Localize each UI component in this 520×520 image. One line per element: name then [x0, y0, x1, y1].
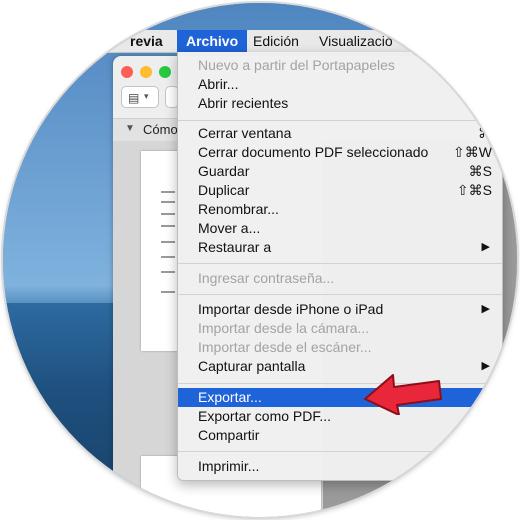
- menu-item-exportar[interactable]: Exportar...: [178, 388, 502, 407]
- thumbnail-text-line: [161, 271, 175, 273]
- menu-bar-archivo[interactable]: Archivo: [177, 30, 248, 52]
- menu-item-imprimir[interactable]: Imprimir...: [178, 457, 502, 476]
- chevron-right-icon: ▶: [481, 303, 490, 315]
- menu-item-label: Importar desde el escáner...: [198, 339, 372, 355]
- menu-item-restaurar-a[interactable]: Restaurar a ▶: [178, 238, 502, 257]
- menu-item-cerrar-pdf[interactable]: Cerrar documento PDF seleccionado ⇧⌘W: [178, 143, 502, 162]
- menu-item-label: Abrir recientes: [198, 95, 289, 111]
- menu-item-label: Importar desde iPhone o iPad: [198, 301, 384, 317]
- menu-item-capturar-pantalla[interactable]: Capturar pantalla ▶: [178, 357, 502, 376]
- menu-item-importar-iphone[interactable]: Importar desde iPhone o iPad ▶: [178, 300, 502, 319]
- menu-item-mover-a[interactable]: Mover a...: [178, 219, 502, 238]
- menu-item-abrir-recientes[interactable]: Abrir recientes: [178, 94, 502, 113]
- sidebar-document-title: Cómo: [143, 122, 178, 137]
- menu-item-label: Exportar...: [198, 389, 262, 405]
- thumbnail-text-line: [161, 213, 175, 215]
- menu-item-label: Restaurar a: [198, 239, 272, 255]
- menu-item-ingresar-contrasena[interactable]: Ingresar contraseña...: [178, 269, 502, 288]
- menu-item-cerrar-ventana[interactable]: Cerrar ventana ⌘: [178, 124, 502, 143]
- minimize-window-button[interactable]: [140, 66, 152, 78]
- menu-item-label: Capturar pantalla: [198, 358, 306, 374]
- menu-item-exportar-pdf[interactable]: Exportar como PDF...: [178, 407, 502, 426]
- archivo-menu: Nuevo a partir del Portapapeles Abrir...…: [177, 52, 503, 481]
- menu-item-label: Nuevo a partir del Portapapeles: [198, 57, 395, 73]
- chevron-right-icon: ▶: [481, 241, 490, 253]
- close-window-button[interactable]: [121, 66, 133, 78]
- menu-separator: [178, 263, 502, 264]
- sidebar-icon: ▤: [128, 91, 140, 105]
- menu-item-label: Cerrar ventana: [198, 125, 292, 141]
- menu-item-label: Imprimir...: [198, 458, 260, 474]
- menu-bar-edicion[interactable]: Edición: [244, 30, 308, 52]
- menu-item-importar-camara[interactable]: Importar desde la cámara...: [178, 319, 502, 338]
- menu-item-label: Duplicar: [198, 182, 250, 198]
- menu-item-label: Exportar como PDF...: [198, 408, 332, 424]
- thumbnail-text-line: [161, 225, 175, 227]
- menu-separator: [178, 383, 502, 384]
- page-thumbnail[interactable]: [141, 151, 181, 351]
- thumbnail-text-line: [161, 201, 175, 203]
- chevron-right-icon: ▶: [481, 360, 490, 372]
- menu-separator: [178, 294, 502, 295]
- zoom-window-button[interactable]: [159, 66, 171, 78]
- sidebar-view-button[interactable]: ▤ ▾: [121, 86, 159, 108]
- menu-item-compartir[interactable]: Compartir: [178, 426, 502, 445]
- menu-bar-app-name[interactable]: revia: [121, 30, 172, 52]
- thumbnail-text-line: [161, 291, 175, 293]
- circular-frame: revia Archivo Edición Visualizació ▤ ▾ ▼…: [3, 3, 517, 517]
- shortcut-label: ⌘: [478, 125, 492, 141]
- menu-item-label: Renombrar...: [198, 201, 279, 217]
- menu-item-importar-escaner[interactable]: Importar desde el escáner...: [178, 338, 502, 357]
- disclosure-triangle-icon[interactable]: ▼: [125, 123, 135, 134]
- menu-item-guardar[interactable]: Guardar ⌘S: [178, 162, 502, 181]
- menu-item-label: Abrir...: [198, 76, 239, 92]
- menu-bar-visualizacion[interactable]: Visualizació: [310, 30, 402, 52]
- chevron-down-icon: ▾: [144, 91, 149, 101]
- thumbnail-text-line: [161, 241, 175, 243]
- menu-item-label: Cerrar documento PDF seleccionado: [198, 144, 429, 160]
- screenshot-stage: revia Archivo Edición Visualizació ▤ ▾ ▼…: [0, 0, 520, 520]
- shortcut-label: ⇧⌘S: [456, 182, 492, 198]
- menu-item-renombrar[interactable]: Renombrar...: [178, 200, 502, 219]
- menu-separator: [178, 120, 502, 121]
- menu-item-nuevo-portapapeles[interactable]: Nuevo a partir del Portapapeles: [178, 56, 502, 75]
- menu-item-label: Ingresar contraseña...: [198, 270, 335, 286]
- menu-separator: [178, 451, 502, 452]
- shortcut-label: ⇧⌘W: [453, 144, 492, 160]
- menu-item-abrir[interactable]: Abrir...: [178, 75, 502, 94]
- menu-item-label: Guardar: [198, 163, 250, 179]
- menu-bar: revia Archivo Edición Visualizació: [3, 30, 517, 53]
- red-arrow-shape: [364, 374, 442, 415]
- thumbnail-text-line: [161, 256, 175, 258]
- menu-item-duplicar[interactable]: Duplicar ⇧⌘S: [178, 181, 502, 200]
- menu-item-label: Importar desde la cámara...: [198, 320, 370, 336]
- shortcut-label: ⌘S: [468, 163, 492, 179]
- thumbnail-text-line: [161, 191, 175, 193]
- menu-item-label: Compartir: [198, 427, 260, 443]
- red-arrow-icon: [364, 374, 442, 415]
- menu-item-label: Mover a...: [198, 220, 261, 236]
